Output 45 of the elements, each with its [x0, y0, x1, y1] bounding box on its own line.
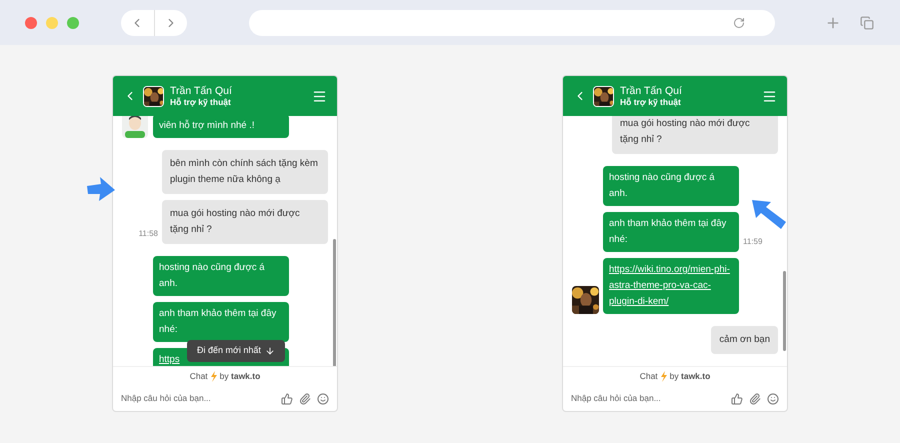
- maximize-window-icon[interactable]: [67, 16, 79, 28]
- avatar-icon: [122, 116, 148, 138]
- message-link[interactable]: https: [159, 352, 180, 366]
- scrollbar[interactable]: [783, 271, 786, 351]
- agent-role: Hỗ trợ kỹ thuật: [170, 98, 232, 106]
- message-text: mua gói hosting nào mới được tặng nhỉ ?: [170, 208, 300, 235]
- message-text: mua gói hosting nào mới được tặng nhỉ ?: [620, 118, 750, 145]
- thumbs-up-icon[interactable]: [281, 392, 293, 404]
- message-link[interactable]: https://wiki.tino.org/mien-phi-astra-theme-pro-va-cac-plugin-di-kem/: [609, 262, 733, 310]
- new-tab-icon[interactable]: [825, 14, 841, 30]
- jump-to-latest-button[interactable]: Đi đến mới nhất: [187, 340, 285, 362]
- message-time: 11:58: [138, 228, 158, 240]
- thumbs-up-icon[interactable]: [731, 392, 743, 404]
- powered-by-link[interactable]: by tawk.to: [670, 370, 710, 383]
- emoji-icon[interactable]: [767, 392, 779, 404]
- powered-by-link[interactable]: by tawk.to: [220, 370, 260, 383]
- emoji-icon[interactable]: [317, 392, 329, 404]
- close-window-icon[interactable]: [25, 16, 37, 28]
- reload-icon[interactable]: [733, 16, 745, 28]
- arrow-icon: [87, 177, 115, 201]
- lightning-icon: [660, 371, 668, 382]
- menu-icon[interactable]: [762, 88, 777, 104]
- message-text: hosting nào cũng được á anh.: [609, 172, 715, 199]
- powered-by-prefix: Chat: [190, 370, 208, 383]
- agent-name: Trần Tấn Quí: [620, 86, 682, 96]
- powered-by-prefix: Chat: [640, 370, 658, 383]
- agent-role: Hỗ trợ kỹ thuật: [620, 98, 682, 106]
- arrow-down-icon: [264, 346, 275, 356]
- scrollbar[interactable]: [333, 239, 336, 366]
- message-text: anh tham khảo thêm tại đây nhé:: [609, 218, 726, 245]
- message-time: 11:59: [743, 236, 762, 248]
- agent-name: Trần Tấn Quí: [170, 86, 232, 96]
- message-text: bên mình còn chính sách tặng kèm plugin theme nữa không ạ: [170, 158, 318, 185]
- attachment-icon[interactable]: [749, 392, 761, 404]
- message-input[interactable]: Nhập câu hỏi của bạn...: [121, 392, 275, 405]
- tabs-icon[interactable]: [860, 16, 874, 30]
- message-text: viên hỗ trợ mình nhé .!: [159, 120, 254, 131]
- message-text: hosting nào cũng được á anh.: [159, 262, 265, 289]
- message-input[interactable]: Nhập câu hỏi của bạn...: [571, 392, 725, 405]
- arrow-icon: [752, 200, 786, 229]
- attachment-icon[interactable]: [299, 392, 311, 404]
- menu-icon[interactable]: [312, 88, 327, 104]
- message-text: cảm ơn bạn: [719, 334, 770, 345]
- message-text: anh tham khảo thêm tại đây nhé:: [159, 308, 276, 335]
- lightning-icon: [210, 371, 218, 382]
